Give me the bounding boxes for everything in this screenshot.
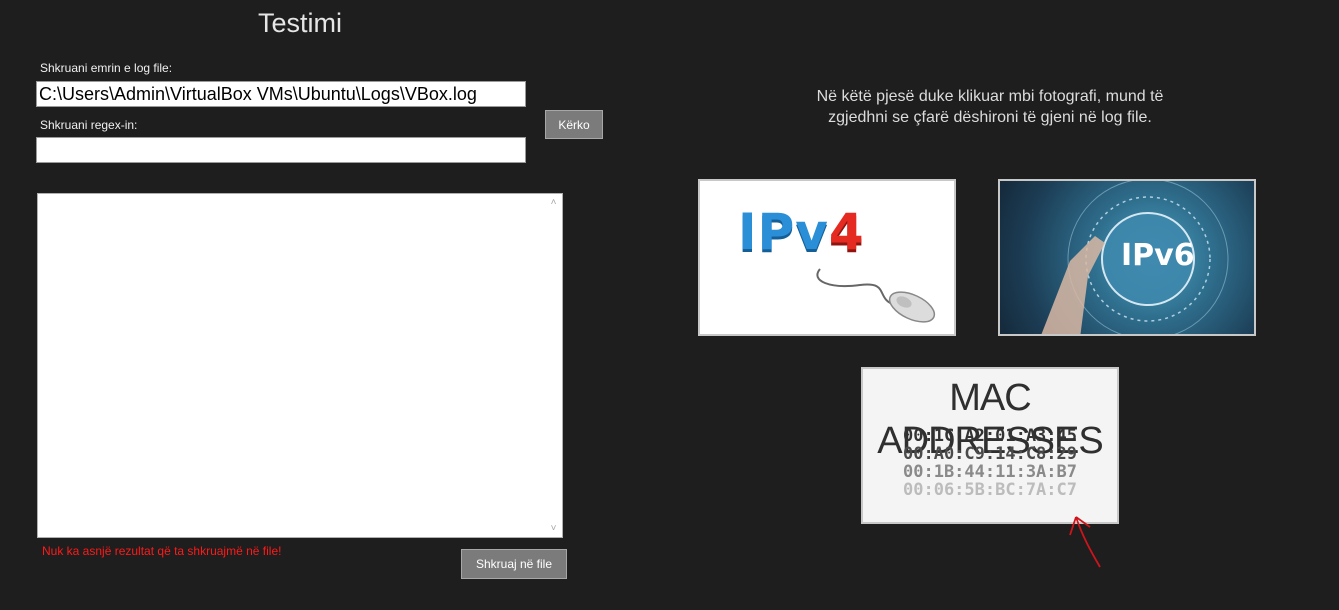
mac-address-line: 00:06:5B:BC:7A:C7 xyxy=(903,480,1077,500)
mac-addresses-image-button[interactable]: MAC ADDRESSES 00:1C:A2:01:A3:45 00:A0:C9… xyxy=(861,367,1119,524)
scroll-up-icon[interactable]: ˄ xyxy=(545,194,562,211)
ipv6-image-button[interactable]: IPv6 xyxy=(998,179,1256,336)
results-scrollbar[interactable]: ˄ ˅ xyxy=(545,194,562,537)
mac-address-line: 00:1B:44:11:3A:B7 xyxy=(903,462,1077,482)
log-file-input[interactable] xyxy=(36,81,526,107)
results-textarea[interactable]: ˄ ˅ xyxy=(37,193,563,538)
save-to-file-button[interactable]: Shkruaj në file xyxy=(461,549,567,579)
app-window: Testimi Shkruani emrin e log file: Shkru… xyxy=(0,0,1339,610)
mouse-icon xyxy=(816,268,936,323)
scroll-down-icon[interactable]: ˅ xyxy=(545,520,562,537)
ipv6-logo-text: IPv6 xyxy=(1121,238,1195,273)
ipv4-image-button[interactable]: IPv4 xyxy=(698,179,956,336)
page-title: Testimi xyxy=(257,8,342,38)
search-button[interactable]: Kërko xyxy=(545,110,603,139)
mac-address-line: 00:1C:A2:01:A3:45 xyxy=(903,426,1077,446)
log-file-label: Shkruani emrin e log file: xyxy=(40,61,173,75)
mac-address-line: 00:A0:C9:14:C8:29 xyxy=(903,444,1077,464)
info-text: Në këtë pjesë duke klikuar mbi fotografi… xyxy=(760,86,1220,128)
annotation-arrow-icon xyxy=(1069,516,1101,568)
regex-label: Shkruani regex-in: xyxy=(40,118,138,132)
info-text-line2: zgjedhni se çfarë dëshironi të gjeni në … xyxy=(828,109,1152,126)
info-text-line1: Në këtë pjesë duke klikuar mbi fotografi… xyxy=(816,88,1164,105)
regex-input[interactable] xyxy=(36,137,526,163)
error-message: Nuk ka asnjë rezultat që ta shkruajmë në… xyxy=(42,544,282,558)
